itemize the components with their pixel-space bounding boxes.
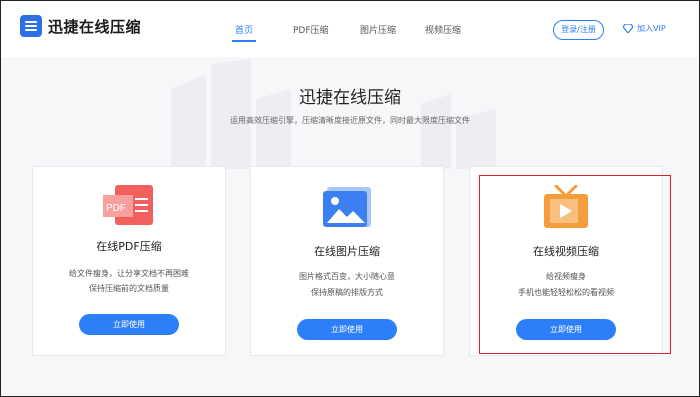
pdf-icon-label: PDF xyxy=(106,203,126,214)
card-desc-line2: 保持原稿的排版方式 xyxy=(311,288,383,297)
image-compress-card: 在线图片压缩 图片格式百变，大小随心意 保持原稿的排版方式 立即使用 xyxy=(250,166,444,356)
join-vip-label: 加入VIP xyxy=(637,24,666,33)
logo-icon xyxy=(20,15,42,37)
nav-image-compress[interactable]: 图片压缩 xyxy=(360,23,396,36)
logo-text: 迅捷在线压缩 xyxy=(48,17,142,36)
pdf-compress-card: PDF 在线PDF压缩 给文件瘦身，让分享文档不再困难 保持压缩前的文档质量 立… xyxy=(32,166,226,356)
top-header: 迅捷在线压缩 首页 PDF压缩 图片压缩 视频压缩 登录/注册 加入VIP xyxy=(1,1,699,57)
card-desc-line1: 图片格式百变，大小随心意 xyxy=(299,272,395,281)
pdf-icon: PDF xyxy=(103,185,153,225)
highlight-box xyxy=(479,175,671,354)
nav-active-indicator xyxy=(232,40,256,42)
app-window: 迅捷在线压缩 首页 PDF压缩 图片压缩 视频压缩 登录/注册 加入VIP 迅捷… xyxy=(0,0,700,397)
logo[interactable]: 迅捷在线压缩 xyxy=(20,15,141,37)
login-register-button[interactable]: 登录/注册 xyxy=(553,20,604,40)
nav-home[interactable]: 首页 xyxy=(235,23,253,36)
nav-video-compress[interactable]: 视频压缩 xyxy=(425,23,461,36)
use-now-button[interactable]: 立即使用 xyxy=(79,314,179,335)
nav-pdf-compress[interactable]: PDF压缩 xyxy=(293,23,329,36)
join-vip-link[interactable]: 加入VIP xyxy=(623,23,666,34)
card-desc-line2: 保持压缩前的文档质量 xyxy=(89,284,169,293)
use-now-button[interactable]: 立即使用 xyxy=(297,319,397,340)
background-building-illustration xyxy=(171,59,496,169)
image-icon xyxy=(323,187,371,227)
card-title: 在线PDF压缩 xyxy=(96,240,162,253)
card-title: 在线图片压缩 xyxy=(314,245,380,258)
hero-title: 迅捷在线压缩 xyxy=(299,88,401,108)
diamond-icon xyxy=(623,24,633,33)
card-desc-line1: 给文件瘦身，让分享文档不再困难 xyxy=(69,269,189,278)
hero-subtitle: 运用高效压缩引擎，压缩清晰度接近原文件，同时最大限度压缩文件 xyxy=(230,116,470,125)
